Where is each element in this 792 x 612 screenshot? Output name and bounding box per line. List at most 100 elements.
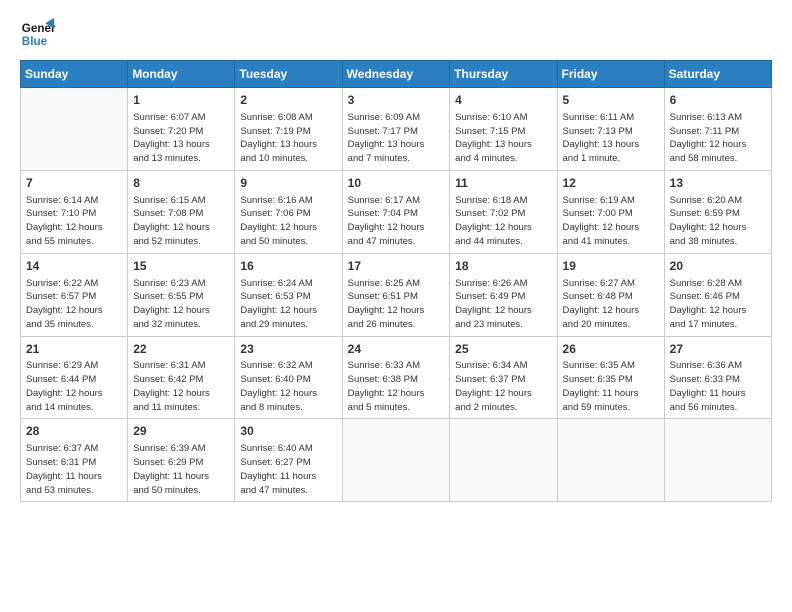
calendar-cell: 20 Sunrise: 6:28 AM Sunset: 6:46 PM Dayli… — [664, 253, 771, 336]
header-monday: Monday — [128, 61, 235, 88]
day-number: 3 — [348, 92, 445, 109]
calendar-cell — [21, 88, 128, 171]
calendar-cell — [450, 419, 557, 502]
day-number: 4 — [455, 92, 551, 109]
calendar-cell: 3Sunrise: 6:09 AM Sunset: 7:17 PM Daylig… — [342, 88, 450, 171]
day-number: 1 — [133, 92, 229, 109]
day-number: 29 — [133, 423, 229, 440]
calendar-cell — [342, 419, 450, 502]
calendar-cell: 2 Sunrise: 6:08 AM Sunset: 7:19 PM Daylig… — [235, 88, 342, 171]
day-number: 21 — [26, 341, 122, 358]
day-info: Sunrise: 6:28 AM Sunset: 6:46 PM Dayligh… — [670, 277, 766, 332]
day-number: 16 — [240, 258, 336, 275]
calendar-table: SundayMondayTuesdayWednesdayThursdayFrid… — [20, 60, 772, 502]
page-header: General Blue — [20, 16, 772, 52]
calendar-header-row: SundayMondayTuesdayWednesdayThursdayFrid… — [21, 61, 772, 88]
day-info: Sunrise: 6:22 AM Sunset: 6:57 PM Dayligh… — [26, 277, 122, 332]
header-wednesday: Wednesday — [342, 61, 450, 88]
calendar-cell: 21Sunrise: 6:29 AM Sunset: 6:44 PM Dayli… — [21, 336, 128, 419]
calendar-cell: 28 Sunrise: 6:37 AM Sunset: 6:31 PM Dayli… — [21, 419, 128, 502]
day-info: Sunrise: 6:35 AM Sunset: 6:35 PM Dayligh… — [563, 359, 659, 414]
calendar-cell: 26Sunrise: 6:35 AM Sunset: 6:35 PM Dayli… — [557, 336, 664, 419]
calendar-week-1: 1 Sunrise: 6:07 AM Sunset: 7:20 PM Daylig… — [21, 88, 772, 171]
day-info: Sunrise: 6:31 AM Sunset: 6:42 PM Dayligh… — [133, 359, 229, 414]
header-sunday: Sunday — [21, 61, 128, 88]
day-info: Sunrise: 6:19 AM Sunset: 7:00 PM Dayligh… — [563, 194, 659, 249]
day-number: 8 — [133, 175, 229, 192]
calendar-cell: 22Sunrise: 6:31 AM Sunset: 6:42 PM Dayli… — [128, 336, 235, 419]
day-info: Sunrise: 6:25 AM Sunset: 6:51 PM Dayligh… — [348, 277, 445, 332]
day-number: 14 — [26, 258, 122, 275]
day-info: Sunrise: 6:32 AM Sunset: 6:40 PM Dayligh… — [240, 359, 336, 414]
day-info: Sunrise: 6:15 AM Sunset: 7:08 PM Dayligh… — [133, 194, 229, 249]
day-info: Sunrise: 6:34 AM Sunset: 6:37 PM Dayligh… — [455, 359, 551, 414]
calendar-cell: 18 Sunrise: 6:26 AM Sunset: 6:49 PM Dayli… — [450, 253, 557, 336]
day-number: 5 — [563, 92, 659, 109]
header-tuesday: Tuesday — [235, 61, 342, 88]
header-friday: Friday — [557, 61, 664, 88]
calendar-week-2: 7 Sunrise: 6:14 AM Sunset: 7:10 PM Daylig… — [21, 170, 772, 253]
day-info: Sunrise: 6:26 AM Sunset: 6:49 PM Dayligh… — [455, 277, 551, 332]
day-number: 9 — [240, 175, 336, 192]
day-number: 25 — [455, 341, 551, 358]
calendar-cell: 9 Sunrise: 6:16 AM Sunset: 7:06 PM Daylig… — [235, 170, 342, 253]
svg-text:Blue: Blue — [22, 35, 48, 48]
day-info: Sunrise: 6:33 AM Sunset: 6:38 PM Dayligh… — [348, 359, 445, 414]
calendar-week-5: 28 Sunrise: 6:37 AM Sunset: 6:31 PM Dayli… — [21, 419, 772, 502]
day-info: Sunrise: 6:16 AM Sunset: 7:06 PM Dayligh… — [240, 194, 336, 249]
calendar-week-3: 14 Sunrise: 6:22 AM Sunset: 6:57 PM Dayli… — [21, 253, 772, 336]
calendar-cell: 17 Sunrise: 6:25 AM Sunset: 6:51 PM Dayli… — [342, 253, 450, 336]
day-info: Sunrise: 6:17 AM Sunset: 7:04 PM Dayligh… — [348, 194, 445, 249]
day-number: 23 — [240, 341, 336, 358]
day-info: Sunrise: 6:24 AM Sunset: 6:53 PM Dayligh… — [240, 277, 336, 332]
day-number: 28 — [26, 423, 122, 440]
day-number: 2 — [240, 92, 336, 109]
logo: General Blue — [20, 16, 56, 52]
calendar-cell: 7 Sunrise: 6:14 AM Sunset: 7:10 PM Daylig… — [21, 170, 128, 253]
day-number: 20 — [670, 258, 766, 275]
day-number: 11 — [455, 175, 551, 192]
day-info: Sunrise: 6:08 AM Sunset: 7:19 PM Dayligh… — [240, 111, 336, 166]
calendar-cell — [557, 419, 664, 502]
calendar-cell — [664, 419, 771, 502]
day-info: Sunrise: 6:20 AM Sunset: 6:59 PM Dayligh… — [670, 194, 766, 249]
day-info: Sunrise: 6:10 AM Sunset: 7:15 PM Dayligh… — [455, 111, 551, 166]
calendar-cell: 14 Sunrise: 6:22 AM Sunset: 6:57 PM Dayli… — [21, 253, 128, 336]
day-number: 15 — [133, 258, 229, 275]
day-info: Sunrise: 6:11 AM Sunset: 7:13 PM Dayligh… — [563, 111, 659, 166]
calendar-cell: 1 Sunrise: 6:07 AM Sunset: 7:20 PM Daylig… — [128, 88, 235, 171]
calendar-cell: 11 Sunrise: 6:18 AM Sunset: 7:02 PM Dayli… — [450, 170, 557, 253]
day-info: Sunrise: 6:29 AM Sunset: 6:44 PM Dayligh… — [26, 359, 122, 414]
calendar-cell: 19Sunrise: 6:27 AM Sunset: 6:48 PM Dayli… — [557, 253, 664, 336]
calendar-cell: 13Sunrise: 6:20 AM Sunset: 6:59 PM Dayli… — [664, 170, 771, 253]
day-number: 7 — [26, 175, 122, 192]
day-number: 22 — [133, 341, 229, 358]
day-number: 6 — [670, 92, 766, 109]
day-number: 26 — [563, 341, 659, 358]
day-info: Sunrise: 6:18 AM Sunset: 7:02 PM Dayligh… — [455, 194, 551, 249]
calendar-cell: 5 Sunrise: 6:11 AM Sunset: 7:13 PM Daylig… — [557, 88, 664, 171]
day-number: 24 — [348, 341, 445, 358]
calendar-cell: 23Sunrise: 6:32 AM Sunset: 6:40 PM Dayli… — [235, 336, 342, 419]
day-info: Sunrise: 6:37 AM Sunset: 6:31 PM Dayligh… — [26, 442, 122, 497]
calendar-cell: 6Sunrise: 6:13 AM Sunset: 7:11 PM Daylig… — [664, 88, 771, 171]
day-info: Sunrise: 6:07 AM Sunset: 7:20 PM Dayligh… — [133, 111, 229, 166]
calendar-cell: 24Sunrise: 6:33 AM Sunset: 6:38 PM Dayli… — [342, 336, 450, 419]
day-info: Sunrise: 6:27 AM Sunset: 6:48 PM Dayligh… — [563, 277, 659, 332]
calendar-cell: 12Sunrise: 6:19 AM Sunset: 7:00 PM Dayli… — [557, 170, 664, 253]
day-number: 27 — [670, 341, 766, 358]
header-saturday: Saturday — [664, 61, 771, 88]
calendar-cell: 8 Sunrise: 6:15 AM Sunset: 7:08 PM Daylig… — [128, 170, 235, 253]
day-number: 18 — [455, 258, 551, 275]
day-number: 17 — [348, 258, 445, 275]
calendar-cell: 27Sunrise: 6:36 AM Sunset: 6:33 PM Dayli… — [664, 336, 771, 419]
day-info: Sunrise: 6:36 AM Sunset: 6:33 PM Dayligh… — [670, 359, 766, 414]
header-thursday: Thursday — [450, 61, 557, 88]
calendar-week-4: 21Sunrise: 6:29 AM Sunset: 6:44 PM Dayli… — [21, 336, 772, 419]
day-info: Sunrise: 6:40 AM Sunset: 6:27 PM Dayligh… — [240, 442, 336, 497]
calendar-cell: 25Sunrise: 6:34 AM Sunset: 6:37 PM Dayli… — [450, 336, 557, 419]
calendar-cell: 30 Sunrise: 6:40 AM Sunset: 6:27 PM Dayli… — [235, 419, 342, 502]
calendar-cell: 16 Sunrise: 6:24 AM Sunset: 6:53 PM Dayli… — [235, 253, 342, 336]
day-info: Sunrise: 6:14 AM Sunset: 7:10 PM Dayligh… — [26, 194, 122, 249]
day-number: 30 — [240, 423, 336, 440]
